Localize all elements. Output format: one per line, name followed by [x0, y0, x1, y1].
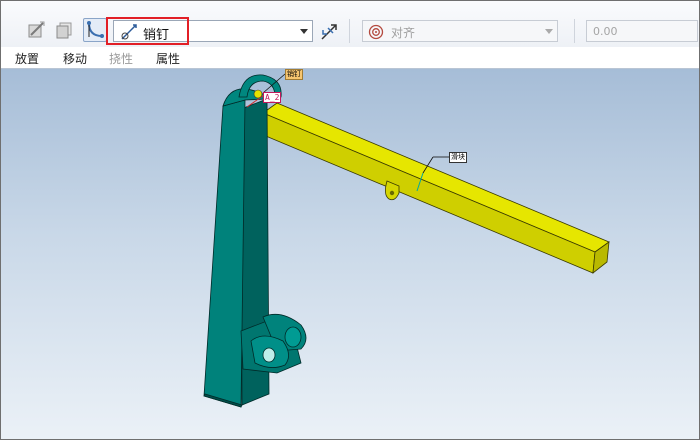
mechanism-connection-button[interactable] — [83, 18, 107, 42]
connection-type-dropdown[interactable]: 销钉 — [113, 20, 313, 44]
chevron-down-icon[interactable] — [545, 29, 553, 34]
toolbar-separator — [349, 19, 350, 43]
clevis-hole — [262, 347, 276, 363]
beam-side-face — [260, 112, 596, 274]
user-defined-set-button[interactable] — [25, 19, 47, 41]
constraint-type-dropdown[interactable]: 对齐 — [362, 20, 558, 42]
toolbar-separator — [574, 19, 575, 43]
pin-joint-icon — [120, 23, 138, 44]
tab-flexibility: 挠性 — [109, 52, 134, 66]
offset-input[interactable] — [593, 22, 693, 40]
flip-constraint-icon — [321, 24, 337, 40]
chevron-down-icon[interactable] — [300, 29, 308, 34]
offset-field[interactable] — [586, 20, 698, 42]
tab-placement[interactable]: 放置 — [15, 50, 39, 67]
flip-constraint-button[interactable] — [319, 22, 339, 42]
clevis-pin-back — [284, 326, 302, 348]
pin-hole — [253, 89, 263, 99]
component-placement-button[interactable] — [53, 19, 75, 41]
arm-front-face — [203, 99, 246, 408]
mechanism-connection-icon — [87, 21, 104, 38]
window-frame: 销钉 对齐 0.00 放置 移动 挠性 属性 销钉 A_2 滑块 — [0, 0, 700, 440]
component-placement-icon — [56, 22, 72, 39]
slider-hole — [389, 190, 395, 196]
connection-type-value: 销钉 — [143, 28, 170, 43]
pin-annotation-tag[interactable]: 销钉 — [285, 69, 303, 80]
model-drawing — [203, 73, 610, 408]
dashboard-toolbar: 销钉 对齐 0.00 放置 移动 挠性 属性 — [1, 1, 699, 66]
slider-annotation-tag[interactable]: 滑块 — [449, 152, 467, 163]
constraint-type-value: 对齐 — [391, 26, 416, 40]
constraint-target-icon — [368, 24, 384, 43]
graphics-viewport[interactable]: 销钉 A_2 滑块 — [1, 68, 699, 439]
user-defined-set-icon — [28, 21, 45, 38]
tab-move[interactable]: 移动 — [63, 50, 87, 67]
tab-properties[interactable]: 属性 — [156, 50, 180, 67]
beam-top-face — [262, 102, 610, 253]
axis-annotation-tag[interactable]: A_2 — [263, 92, 282, 103]
